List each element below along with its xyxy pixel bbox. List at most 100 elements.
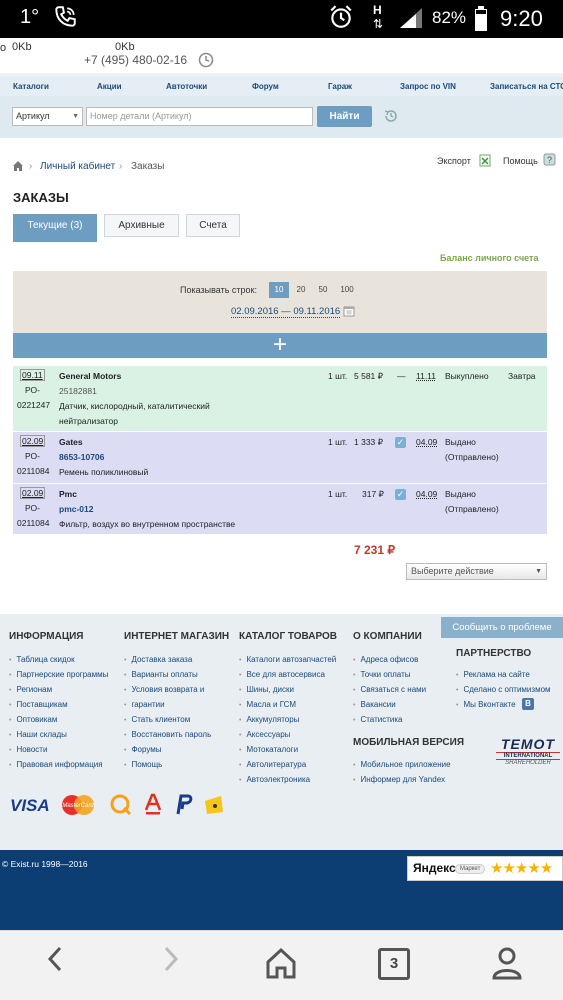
tabs-count-button[interactable]: 3 [378, 948, 410, 980]
order-due[interactable]: 04.09 [416, 437, 437, 447]
footer-link[interactable]: Автоэлектроника [239, 775, 310, 784]
footer-link[interactable]: Таблица скидок [9, 655, 74, 664]
order-row[interactable]: 09.11 РО- 0221247 General Motors 2518288… [13, 366, 547, 431]
balance-link[interactable]: Баланс личного счета [440, 253, 538, 263]
footer-link[interactable]: Связаться с нами [353, 685, 426, 694]
home-icon[interactable] [12, 160, 24, 174]
rows-option-100[interactable]: 100 [337, 282, 357, 298]
alfabank-icon [143, 792, 163, 818]
rows-option-10[interactable]: 10 [269, 282, 289, 298]
order-date[interactable]: 09.11 [20, 369, 45, 381]
footer-link[interactable]: Новости [9, 745, 47, 754]
footer-link[interactable]: Автолитература [239, 760, 306, 769]
search-input[interactable]: Номер детали (Артикул) [86, 107, 313, 126]
profile-icon[interactable] [492, 946, 522, 988]
order-row[interactable]: 02.09 РО- 0211084 Pmc pmc-012 Фильтр, во… [13, 484, 547, 534]
check-icon: ✓ [395, 489, 406, 500]
footer-link[interactable]: Правовая информация [9, 760, 102, 769]
footer-link[interactable]: Наши склады [9, 730, 66, 739]
footer-link[interactable]: Условия возврата и [124, 685, 204, 694]
footer-link[interactable]: Партнерские программы [9, 670, 108, 679]
footer-link[interactable]: Мы Вконтакте [456, 700, 515, 709]
footer-link[interactable]: Аксессуары [239, 730, 290, 739]
excel-icon[interactable] [479, 154, 491, 169]
breadcrumb-cabinet[interactable]: Личный кабинет [40, 161, 115, 172]
date-range[interactable]: 02.09.2016 — 09.11.2016 [231, 306, 341, 318]
nav-promo[interactable]: Акции [97, 82, 122, 91]
tab-current[interactable]: Текущие (3) [13, 214, 97, 237]
home-icon[interactable] [264, 946, 298, 988]
nav-autopoints[interactable]: Автоточки [166, 82, 207, 91]
order-status: Выдано [445, 437, 476, 447]
calendar-icon[interactable] [343, 305, 355, 319]
header-phone[interactable]: +7 (495) 480-02-16 [84, 53, 187, 67]
chevron-down-icon: ▼ [535, 568, 542, 575]
order-date[interactable]: 02.09 [20, 487, 46, 499]
footer-link[interactable]: Масла и ГСМ [239, 700, 296, 709]
help-icon[interactable]: ? [543, 153, 556, 168]
footer-link[interactable]: Оптовикам [9, 715, 57, 724]
nav-forum[interactable]: Форум [252, 82, 279, 91]
order-row[interactable]: 02.09 РО- 0211084 Gates 8653-10706 Ремен… [13, 432, 547, 483]
footer-link[interactable]: Помощь [124, 760, 162, 769]
footer-link[interactable]: Статистика [353, 715, 402, 724]
footer-info-title: ИНФОРМАЦИЯ [9, 631, 84, 642]
order-status: Выкуплено [445, 371, 489, 381]
footer-link[interactable]: Аккумуляторы [239, 715, 299, 724]
footer-link[interactable]: Доставка заказа [124, 655, 192, 664]
vk-icon[interactable]: В [522, 698, 534, 710]
footer-link[interactable]: Стать клиентом [124, 715, 190, 724]
history-icon[interactable] [383, 108, 399, 126]
footer-link[interactable]: Регионам [9, 685, 52, 694]
footer-link[interactable]: гарантии [124, 700, 164, 709]
search-type-select[interactable]: Артикул ▼ [12, 107, 83, 126]
footer-link[interactable]: Информер для Yandex [353, 775, 445, 784]
order-date[interactable]: 02.09 [20, 435, 46, 447]
nav-vin[interactable]: Запрос по VIN [400, 82, 456, 91]
order-description: Ремень поликлиновый [59, 467, 149, 477]
phone-icon [52, 4, 78, 36]
report-problem-button[interactable]: Сообщить о проблеме [441, 617, 563, 638]
footer-link[interactable]: Форумы [124, 745, 161, 754]
tab-invoices[interactable]: Счета [186, 214, 240, 237]
order-article[interactable]: 8653-10706 [59, 452, 104, 462]
order-description: Датчик, кислородный, каталитический [59, 401, 210, 411]
footer-link[interactable]: Мобильное приложение [353, 760, 450, 769]
add-order-button[interactable]: + [13, 333, 547, 358]
footer-link[interactable]: Реклама на сайте [456, 670, 529, 679]
order-qty: 1 шт. [328, 489, 348, 499]
data-arrows-icon: ⇅ [373, 17, 384, 31]
footer-link[interactable]: Вакансии [353, 700, 395, 709]
export-link[interactable]: Экспорт [437, 156, 471, 166]
footer-link[interactable]: Шины, диски [239, 685, 294, 694]
footer-link[interactable]: Точки оплаты [353, 670, 410, 679]
order-number: 0211084 [17, 518, 50, 528]
action-select[interactable]: Выберите действие ▼ [406, 563, 547, 580]
nav-garage[interactable]: Гараж [328, 82, 352, 91]
alarm-icon [328, 4, 354, 36]
order-due[interactable]: 04.09 [416, 489, 437, 499]
footer-link[interactable]: Адреса офисов [353, 655, 418, 664]
footer-link[interactable]: Мотокаталоги [239, 745, 298, 754]
order-article[interactable]: pmc-012 [59, 504, 94, 514]
rows-option-20[interactable]: 20 [291, 282, 311, 298]
signal-icon [398, 6, 424, 36]
footer-link[interactable]: Варианты оплаты [124, 670, 197, 679]
footer-link[interactable]: Сделано с оптимизмом [456, 685, 550, 694]
tab-archive[interactable]: Архивные [104, 214, 179, 237]
qiwi-icon [109, 793, 133, 819]
footer-link[interactable]: Все для автосервиса [239, 670, 325, 679]
yandex-market-badge[interactable]: Яндекс Маркет ★★★★★ [407, 856, 563, 881]
footer-link[interactable]: Каталоги автозапчастей [239, 655, 336, 664]
order-article[interactable]: 25182881 [59, 386, 97, 396]
help-link[interactable]: Помощь [503, 156, 538, 166]
order-due[interactable]: 11.11 [416, 371, 436, 381]
footer-link[interactable]: Восстановить пароль [124, 730, 211, 739]
nav-catalogs[interactable]: Каталоги [13, 82, 49, 91]
nav-service[interactable]: Записаться на СТО [490, 82, 563, 91]
forward-icon[interactable] [158, 944, 182, 982]
back-icon[interactable] [44, 944, 68, 982]
footer-link[interactable]: Поставщикам [9, 700, 67, 709]
rows-option-50[interactable]: 50 [313, 282, 333, 298]
search-button[interactable]: Найти [317, 106, 372, 127]
